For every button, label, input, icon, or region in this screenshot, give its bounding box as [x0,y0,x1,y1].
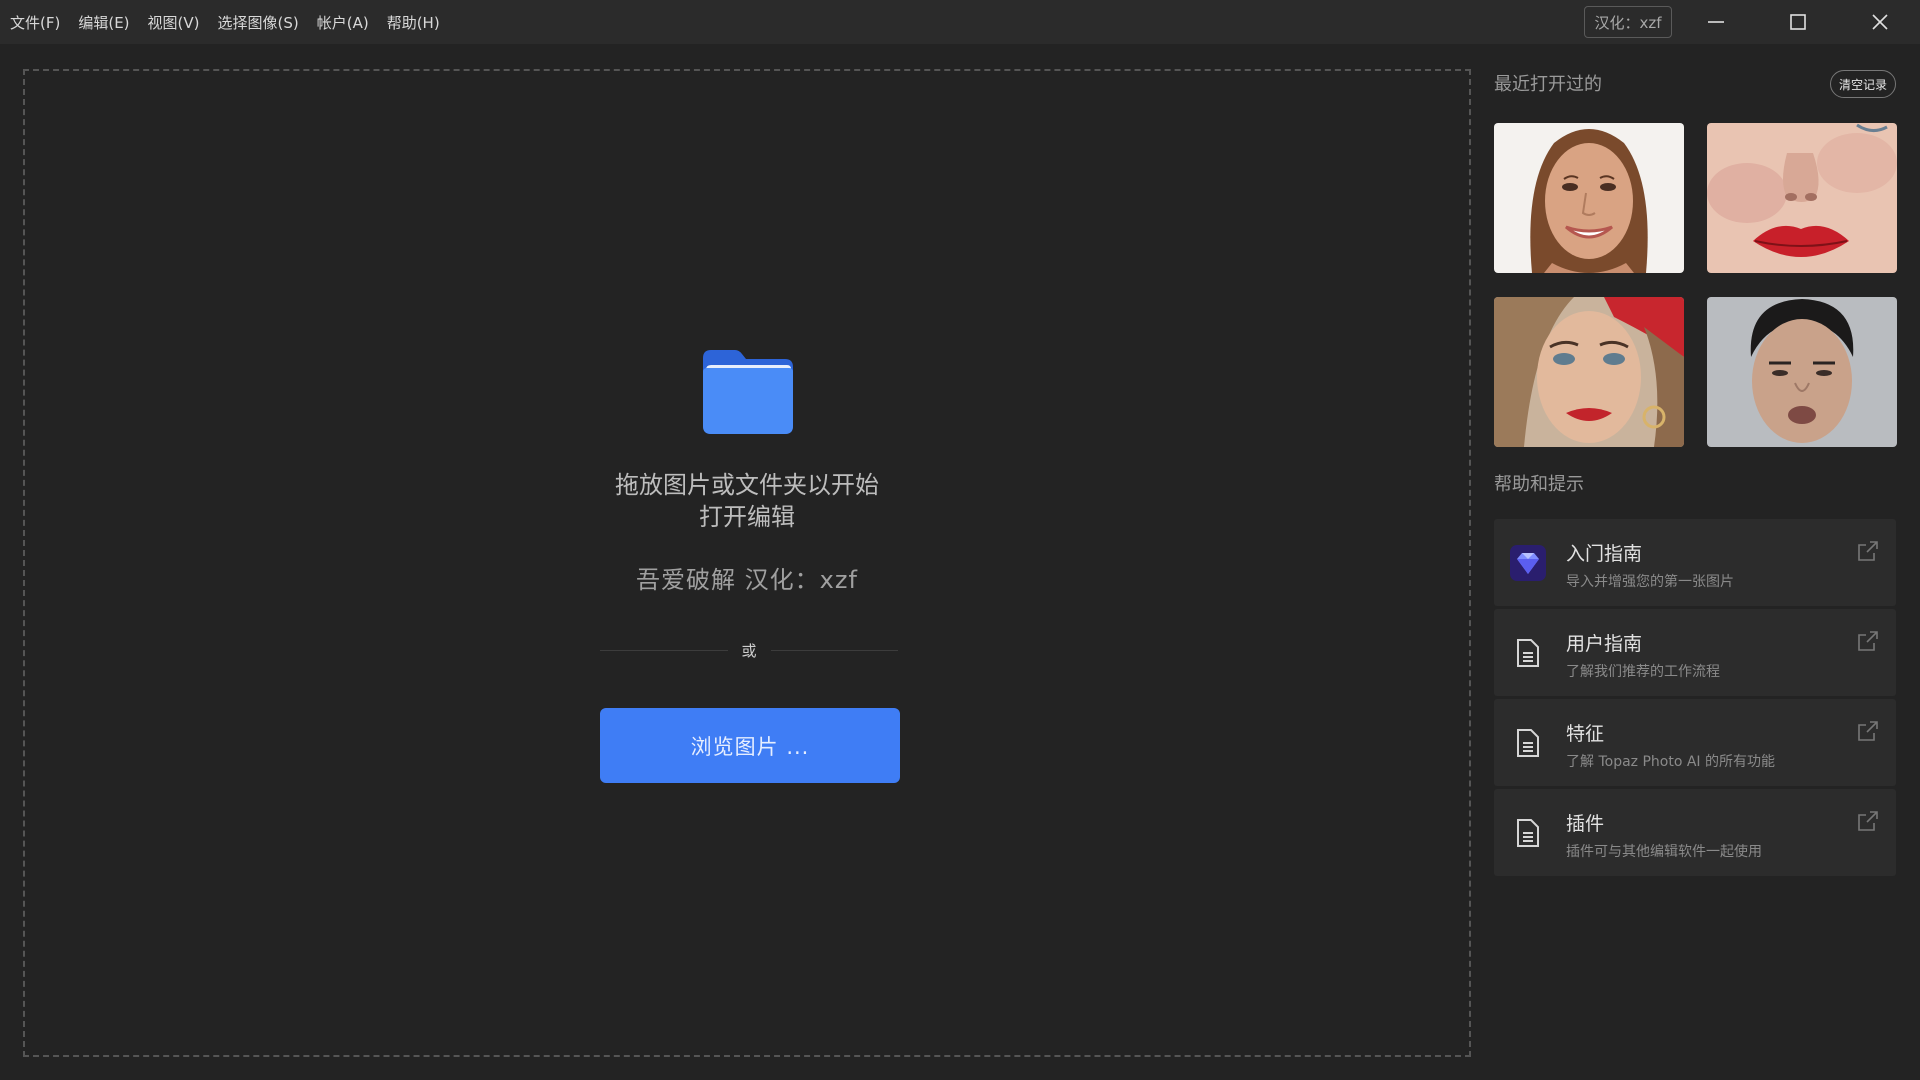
recent-thumbnail-3[interactable] [1494,297,1684,447]
folder-icon [703,350,793,434]
drop-credit-text: 吾爱破解 汉化：xzf [636,566,858,594]
drop-instruction-line2: 打开编辑 [699,503,795,531]
help-card-title: 特征 [1566,723,1605,745]
document-icon [1508,723,1548,763]
recent-thumbnail-2[interactable] [1707,123,1897,273]
help-card-features[interactable]: 特征 了解 Topaz Photo AI 的所有功能 [1494,699,1896,786]
minimize-icon [1708,21,1724,23]
menu-file[interactable]: 文件(F) [10,0,69,44]
help-card-title: 插件 [1566,813,1605,835]
document-icon [1508,633,1548,673]
or-text: 或 [741,641,757,660]
menu-help[interactable]: 帮助(H) [378,0,449,44]
help-card-title: 入门指南 [1566,543,1643,565]
menu-account[interactable]: 帐户(A) [308,0,378,44]
woman-red-beret-photo [1494,297,1684,447]
divider-line-right [770,649,899,651]
red-lips-closeup-photo [1707,123,1897,273]
gem-icon [1508,543,1548,583]
help-title: 帮助和提示 [1494,474,1584,495]
maximize-button[interactable] [1768,0,1828,44]
recent-thumbnail-1[interactable] [1494,123,1684,273]
help-card-title: 用户指南 [1566,633,1643,655]
menu-edit[interactable]: 编辑(E) [69,0,138,44]
credit-badge: 汉化：xzf [1584,6,1672,38]
close-button[interactable] [1850,0,1910,44]
close-icon [1872,14,1888,30]
menu-select-image[interactable]: 选择图像(S) [209,0,308,44]
document-icon [1508,813,1548,853]
drop-zone-content: 拖放图片或文件夹以开始 打开编辑 吾爱破解 汉化：xzf 或 浏览图片 ... [25,71,1469,1055]
help-card-plugins[interactable]: 插件 插件可与其他编辑软件一起使用 [1494,789,1896,876]
help-card-subtitle: 导入并增强您的第一张图片 [1566,574,1734,590]
help-card-getting-started[interactable]: 入门指南 导入并增强您的第一张图片 [1494,519,1896,606]
browse-images-button[interactable]: 浏览图片 ... [600,708,900,783]
drop-zone[interactable]: 拖放图片或文件夹以开始 打开编辑 吾爱破解 汉化：xzf 或 浏览图片 ... [23,69,1471,1057]
menu-bar: 文件(F) 编辑(E) 视图(V) 选择图像(S) 帐户(A) 帮助(H) [0,0,449,44]
help-card-subtitle: 了解 Topaz Photo AI 的所有功能 [1566,754,1775,770]
help-card-subtitle: 了解我们推荐的工作流程 [1566,664,1720,680]
or-divider: 或 [600,638,899,662]
recent-thumbnail-4[interactable] [1707,297,1897,447]
sidebar: 最近打开过的 清空记录 帮助和提示 入门指南 导入并增强您的第一张图片 用户指南… [1494,44,1920,1080]
divider-line-left [600,649,728,651]
external-link-icon [1858,811,1878,831]
recent-title: 最近打开过的 [1494,74,1602,95]
external-link-icon [1858,631,1878,651]
smiling-woman-photo [1494,123,1684,273]
external-link-icon [1858,721,1878,741]
man-portrait-photo [1707,297,1897,447]
help-card-user-guide[interactable]: 用户指南 了解我们推荐的工作流程 [1494,609,1896,696]
title-bar: 文件(F) 编辑(E) 视图(V) 选择图像(S) 帐户(A) 帮助(H) 汉化… [0,0,1920,44]
external-link-icon [1858,541,1878,561]
menu-view[interactable]: 视图(V) [139,0,209,44]
help-card-subtitle: 插件可与其他编辑软件一起使用 [1566,844,1762,860]
clear-history-button[interactable]: 清空记录 [1830,70,1896,98]
drop-instruction-line1: 拖放图片或文件夹以开始 [615,471,879,499]
maximize-icon [1790,14,1806,30]
minimize-button[interactable] [1686,0,1746,44]
